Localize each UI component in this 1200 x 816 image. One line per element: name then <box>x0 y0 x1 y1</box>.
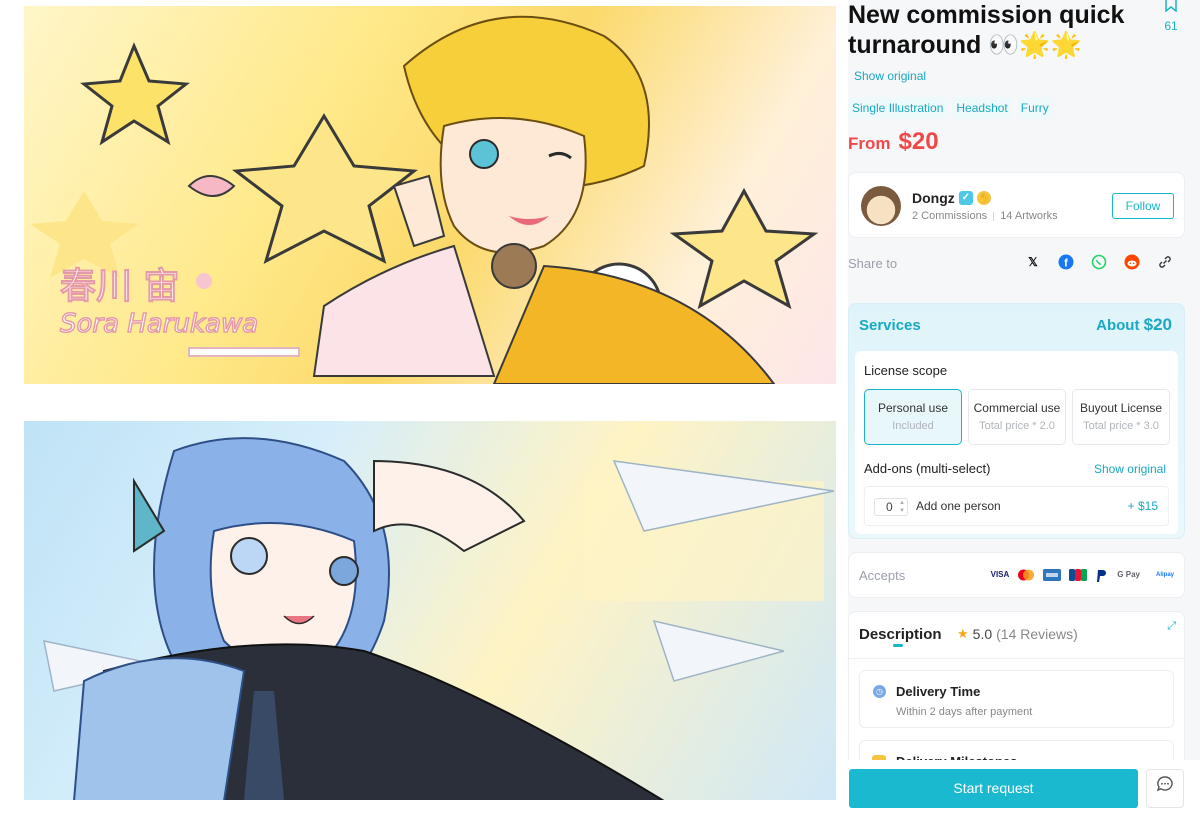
license-option-sub: Total price * 2.0 <box>979 420 1055 432</box>
accepts-card: Accepts VISA G Pay Alipay <box>848 552 1185 598</box>
artwork-caption-en: Sora Harukawa <box>60 309 258 339</box>
share-row: Share to 𝕏 f <box>848 250 1185 278</box>
tag-single-illustration[interactable]: Single Illustration <box>848 97 948 119</box>
quantity-stepper[interactable]: 0 ▲ ▼ <box>874 498 908 516</box>
artist-name-row: Dongz ✓ ✋ <box>912 190 991 206</box>
license-option-buyout[interactable]: Buyout License Total price * 3.0 <box>1072 389 1170 445</box>
listing-panel: New commission quick turnaround 👀🌟🌟 61 S… <box>848 0 1200 816</box>
artwork-caption-jp: 春川 宙 <box>60 266 179 307</box>
artist-card: Dongz ✓ ✋ 2 Commissions 14 Artworks Foll… <box>848 172 1185 238</box>
addon-price: + $15 <box>1127 499 1158 513</box>
jcb-icon <box>1069 569 1088 581</box>
chat-button[interactable] <box>1146 769 1184 808</box>
license-options: Personal use Included Commercial use Tot… <box>864 389 1170 445</box>
addons-show-original-link[interactable]: Show original <box>1094 462 1166 476</box>
addon-row: 0 ▲ ▼ Add one person + $15 <box>864 486 1169 526</box>
amex-icon <box>1043 569 1062 581</box>
facebook-icon[interactable]: f <box>1058 254 1074 270</box>
share-icons: 𝕏 f <box>1025 254 1173 270</box>
artwork-image-1[interactable]: 春川 宙 Sora Harukawa <box>24 6 836 384</box>
gpay-icon: G Pay <box>1117 570 1140 579</box>
whatsapp-icon[interactable] <box>1091 254 1107 270</box>
services-about-price: $20 <box>1143 315 1172 334</box>
commission-count: 2 Commissions <box>912 210 988 222</box>
artwork-image-2[interactable] <box>24 421 836 800</box>
stats-divider <box>993 211 995 221</box>
license-option-commercial[interactable]: Commercial use Total price * 2.0 <box>968 389 1066 445</box>
artwork-gallery: 春川 宙 Sora Harukawa <box>0 0 848 816</box>
start-request-button[interactable]: Start request <box>849 769 1138 808</box>
title-emoji: 👀🌟🌟 <box>988 31 1082 59</box>
license-option-sub: Included <box>892 420 934 432</box>
payment-methods: VISA G Pay Alipay <box>990 569 1174 582</box>
services-about-prefix: About <box>1096 317 1140 334</box>
license-option-label: Commercial use <box>973 401 1061 415</box>
services-about: About $20 <box>1096 315 1172 335</box>
price-prefix: From <box>848 134 891 153</box>
tag-furry[interactable]: Furry <box>1016 97 1053 119</box>
avatar[interactable] <box>861 186 901 226</box>
paypal-icon <box>1095 569 1109 582</box>
tab-description[interactable]: Description <box>859 626 942 643</box>
tab-indicator <box>893 644 903 647</box>
artist-name[interactable]: Dongz <box>912 190 955 206</box>
link-icon[interactable] <box>1157 254 1173 270</box>
services-title: Services <box>859 317 921 334</box>
alipay-icon: Alipay <box>1155 572 1174 578</box>
follow-button[interactable]: Follow <box>1112 193 1174 219</box>
bookmark-button[interactable]: 61 <box>1161 0 1181 33</box>
share-label: Share to <box>848 256 898 271</box>
review-count: (14 Reviews) <box>996 626 1078 642</box>
action-bar: Start request <box>848 760 1200 816</box>
hand-badge-icon: ✋ <box>976 191 991 205</box>
price: From $20 <box>848 128 939 156</box>
svg-text:f: f <box>1064 258 1068 270</box>
rating-value: 5.0 <box>972 626 993 642</box>
quantity-value: 0 <box>886 500 893 514</box>
divider <box>849 658 1184 659</box>
rating[interactable]: ★ 5.0 (14 Reviews) <box>957 626 1078 642</box>
tag-headshot[interactable]: Headshot <box>952 97 1012 119</box>
price-amount: $20 <box>898 128 939 155</box>
license-option-label: Buyout License <box>1079 401 1163 415</box>
delivery-time-card: ◷ Delivery Time Within 2 days after paym… <box>859 670 1174 728</box>
listing-title: New commission quick turnaround 👀🌟🌟 <box>848 0 1148 60</box>
tag-list: Single Illustration Headshot Furry <box>848 97 1053 119</box>
bookmark-count: 61 <box>1164 19 1178 33</box>
license-option-label: Personal use <box>877 401 949 415</box>
mastercard-icon <box>1017 569 1035 581</box>
expand-icon[interactable]: ⤢ <box>1167 620 1176 633</box>
listing-title-text: New commission quick turnaround <box>848 1 1125 59</box>
delivery-time-title: Delivery Time <box>896 684 981 699</box>
stepper-arrows-icon[interactable]: ▲ ▼ <box>899 499 905 515</box>
license-scope-title: License scope <box>864 363 948 378</box>
artwork-count: 14 Artworks <box>1000 210 1058 222</box>
verified-icon: ✓ <box>958 191 973 205</box>
delivery-time-sub: Within 2 days after payment <box>896 706 1033 718</box>
license-option-personal[interactable]: Personal use Included <box>864 389 962 445</box>
accepts-label: Accepts <box>859 568 906 583</box>
x-icon[interactable]: 𝕏 <box>1025 254 1041 270</box>
reddit-icon[interactable] <box>1124 254 1140 270</box>
addon-label: Add one person <box>916 499 1001 513</box>
addons-title: Add-ons (multi-select) <box>864 461 991 476</box>
page: 春川 宙 Sora Harukawa New commission quick … <box>0 0 1200 816</box>
license-option-sub: Total price * 3.0 <box>1083 420 1159 432</box>
clock-icon: ◷ <box>873 685 886 698</box>
show-original-link[interactable]: Show original <box>854 69 926 83</box>
artist-stats: 2 Commissions 14 Artworks <box>912 210 1058 222</box>
visa-icon: VISA <box>990 570 1010 579</box>
star-icon: ★ <box>957 626 969 641</box>
bookmark-icon <box>1165 0 1177 13</box>
license-box: License scope Personal use Included Comm… <box>855 351 1178 534</box>
services-panel: Services About $20 License scope Persona… <box>848 303 1185 539</box>
chat-icon <box>1156 776 1173 792</box>
